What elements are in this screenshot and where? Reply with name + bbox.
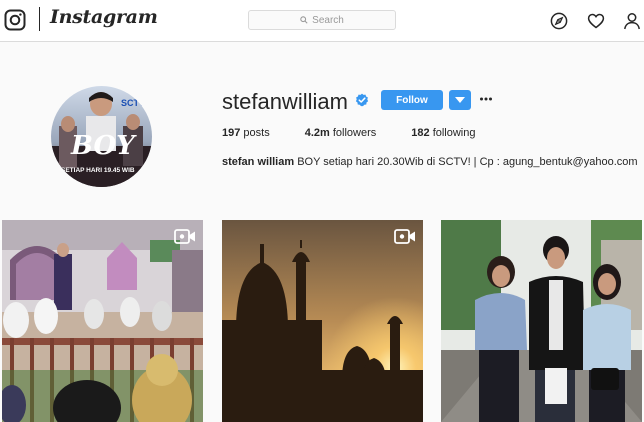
follow-button[interactable]: Follow	[381, 90, 443, 110]
suggestions-dropdown-button[interactable]	[449, 90, 471, 110]
post-image-mosque	[2, 220, 203, 422]
nav-divider	[39, 7, 40, 31]
instagram-wordmark[interactable]: Instagram	[50, 6, 158, 28]
avatar-title-text: BOY	[70, 131, 137, 161]
followers-stat[interactable]: 4.2m followers	[305, 127, 377, 139]
bio-text: BOY setiap hari 20.30Wib di SCTV! | Cp :…	[294, 156, 638, 168]
following-stat[interactable]: 182 following	[411, 127, 475, 139]
avatar-image: SCTV BOY SETIAP HARI 19.45 WIB	[51, 86, 152, 187]
profile-avatar[interactable]: SCTV BOY SETIAP HARI 19.45 WIB	[51, 86, 152, 187]
more-options-icon[interactable]	[479, 93, 493, 105]
post-thumbnail[interactable]	[2, 220, 203, 422]
bio-name: stefan william	[222, 156, 295, 168]
post-image-cast-group	[441, 220, 642, 422]
posts-label: posts	[243, 127, 270, 139]
profile-username: stefanwilliam	[222, 89, 348, 114]
post-thumbnail[interactable]	[222, 220, 423, 422]
triangle-down-icon	[455, 97, 465, 103]
following-label: following	[432, 127, 476, 139]
avatar-channel-text: SCTV	[121, 98, 145, 108]
compass-icon[interactable]	[550, 12, 568, 30]
posts-count: 197	[222, 127, 241, 139]
profile-stats: 197 posts 4.2m followers 182 following	[222, 127, 511, 139]
top-navigation: Instagram Search	[0, 0, 644, 42]
verified-badge-icon	[355, 93, 369, 107]
post-thumbnail[interactable]	[441, 220, 642, 422]
search-icon	[300, 16, 308, 24]
search-placeholder[interactable]: Search	[312, 15, 344, 26]
avatar-tagline-text: SETIAP HARI 19.45 WIB	[61, 167, 135, 174]
person-icon[interactable]	[623, 12, 641, 30]
followers-count: 4.2m	[304, 127, 330, 139]
search-box[interactable]: Search	[248, 10, 396, 30]
posts-stat: 197 posts	[222, 127, 270, 139]
followers-label: followers	[332, 127, 377, 139]
post-image-taj-mahal	[222, 220, 423, 422]
profile-bio: stefan william BOY setiap hari 20.30Wib …	[222, 156, 638, 168]
heart-icon[interactable]	[587, 12, 605, 30]
video-camera-icon	[174, 229, 195, 244]
instagram-glyph-icon[interactable]	[4, 9, 26, 31]
following-count: 182	[411, 127, 430, 139]
video-camera-icon	[394, 229, 415, 244]
